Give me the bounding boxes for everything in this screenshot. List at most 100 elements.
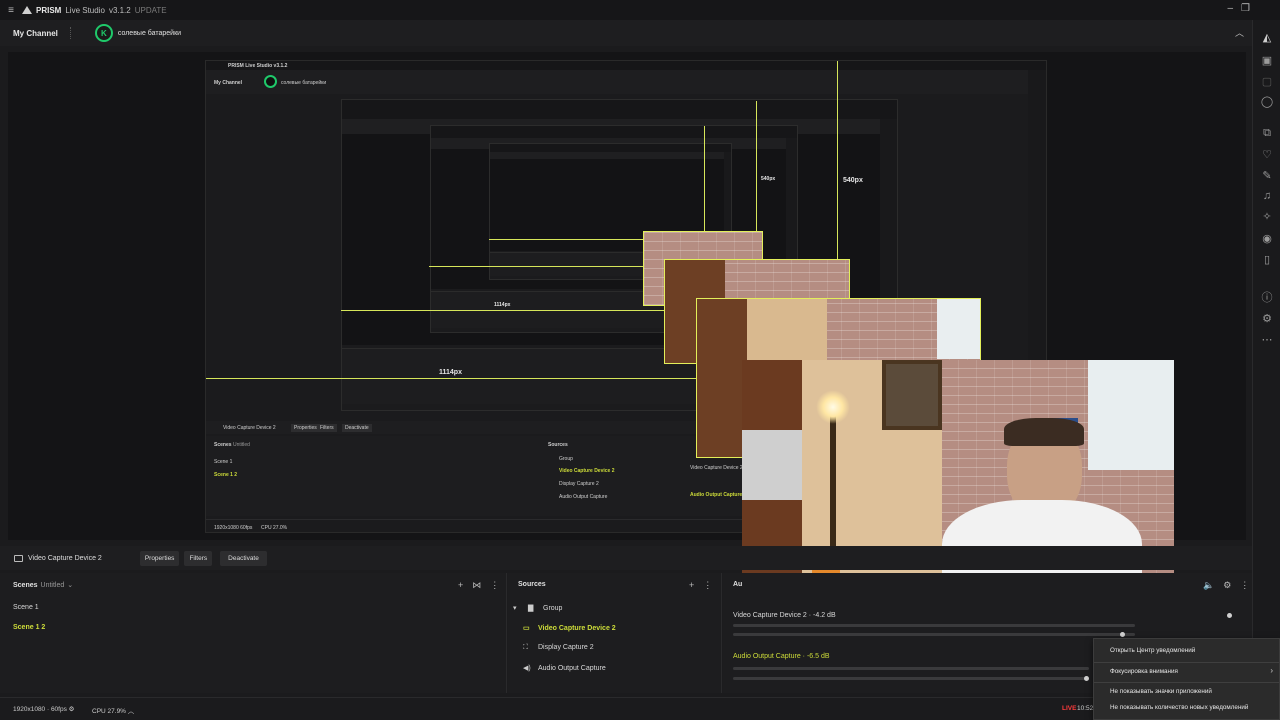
mixer-channel-label: Audio Output Capture · -6.5 dB	[733, 653, 830, 660]
scenes-title-text: Scenes	[13, 582, 38, 589]
inner-source-item: Display Capture 2	[559, 481, 599, 487]
status-bar: 1920x1080 · 60fps ⚙ CPU 27.9% ︿ LIVE 10:…	[0, 697, 1252, 720]
my-channel-label[interactable]: My Channel	[13, 29, 58, 38]
update-link[interactable]: UPDATE	[135, 6, 167, 15]
more-icon[interactable]: ⋯	[1260, 333, 1274, 347]
add-source-icon[interactable]: +	[689, 580, 694, 591]
trash-icon[interactable]: ▯	[1260, 253, 1274, 267]
speaker-icon[interactable]: 🔈	[1203, 580, 1214, 591]
restore-icon[interactable]: ❐	[1241, 3, 1250, 14]
title-bar: ≡ PRISM Live Studio v3.1.2 UPDATE – ❐	[0, 0, 1280, 20]
camera-icon: ▭	[523, 625, 530, 632]
chevron-up-icon[interactable]: ︿	[128, 708, 135, 715]
source-label: Audio Output Capture	[538, 665, 606, 672]
scene-item-selected[interactable]: Scene 1 2	[13, 624, 45, 631]
mixer-toggle[interactable]	[1227, 613, 1232, 618]
scenes-title: Scenes Untitled ⌄	[13, 581, 73, 589]
inner-scene-item: Scene 1	[214, 459, 233, 465]
menu-item-hide-app-icons[interactable]: Не показывать значки приложений	[1110, 688, 1212, 695]
scene-collection-dropdown[interactable]: Untitled	[41, 582, 65, 589]
hamburger-menu-icon[interactable]: ≡	[0, 5, 22, 16]
docks-area: Scenes Untitled ⌄ + ⋈ ⋮ Scene 1 Scene 1 2 …	[0, 573, 1252, 693]
scene-item[interactable]: Scene 1	[13, 604, 39, 611]
selected-source-name: Video Capture Device 2	[28, 554, 102, 562]
effects-icon[interactable]: ✧	[1260, 210, 1274, 224]
settings-gear-icon[interactable]: ⚙	[1260, 312, 1274, 326]
filters-button[interactable]: Filters	[184, 550, 213, 566]
camera-icon	[14, 554, 23, 562]
inner-title-bar: PRISM Live Studio v3.1.2	[206, 61, 1046, 70]
heart-icon[interactable]: ♡	[1260, 148, 1274, 162]
menu-item-open-notification-center[interactable]: Открыть Центр уведомлений	[1110, 647, 1195, 654]
properties-button[interactable]: Properties	[139, 550, 180, 566]
source-item[interactable]: ⛶ Display Capture 2	[523, 644, 594, 652]
more-icon[interactable]: ⋮	[1240, 580, 1249, 591]
chevron-right-icon: ›	[1270, 666, 1273, 675]
layout-icon[interactable]: ▣	[1260, 54, 1274, 68]
guide-line-vertical	[756, 101, 757, 241]
app-version: v3.1.2	[108, 5, 131, 15]
source-toolbar: Video Capture Device 2 Properties Filter…	[0, 546, 1252, 570]
guide-label: 1114px	[439, 369, 462, 376]
inner-filters-button: Filters	[317, 424, 337, 432]
chevron-down-icon[interactable]: ⌄	[67, 582, 73, 589]
mixer-volume-handle[interactable]	[1084, 676, 1089, 681]
resolution-text: 1920x1080 · 60fps	[13, 706, 67, 713]
scenes-actions: + ⋈ ⋮	[458, 580, 499, 591]
deactivate-button[interactable]: Deactivate	[220, 550, 267, 566]
more-icon[interactable]: ⋮	[703, 580, 712, 591]
source-item-selected[interactable]: ▭ Video Capture Device 2	[523, 624, 616, 632]
menu-divider	[1094, 662, 1279, 663]
mixer-volume-slider[interactable]	[733, 633, 1135, 636]
guide-label: 540px	[843, 177, 863, 184]
mixer-volume-handle[interactable]	[1120, 632, 1125, 637]
gear-icon[interactable]: ⚙	[1223, 580, 1231, 591]
prism-app-window: ≡ PRISM Live Studio v3.1.2 UPDATE – ❐ My…	[0, 0, 1280, 720]
prism-logo-icon[interactable]: ◭	[1260, 31, 1274, 45]
minimize-icon[interactable]: –	[1227, 3, 1233, 14]
inner-app-name: PRISM Live Studio v3.1.2	[228, 63, 288, 69]
prism-logo-icon	[22, 6, 32, 14]
more-icon[interactable]: ⋮	[490, 580, 499, 591]
source-item[interactable]: ◀) Audio Output Capture	[523, 664, 606, 672]
add-scene-icon[interactable]: +	[458, 580, 463, 591]
inner-channel-bar: My Channel солевые батарейки	[206, 70, 1028, 94]
inner-source-item: Audio Output Capture	[559, 494, 608, 500]
source-label: Display Capture 2	[538, 644, 594, 651]
channel-bar: My Channel K солевые батарейки ︿	[0, 20, 1252, 46]
channel-name[interactable]: солевые батарейки	[118, 30, 181, 37]
speaker-icon: ◀)	[523, 665, 531, 672]
menu-item-focus-assist[interactable]: Фокусировка внимания	[1110, 668, 1178, 675]
source-item[interactable]: ▾ ▇ Group	[513, 604, 562, 612]
cpu-usage: CPU 27.9% ︿	[92, 705, 134, 715]
copy-icon[interactable]: ⧉	[1260, 126, 1274, 140]
menu-item-hide-notification-count[interactable]: Не показывать количество новых уведомлен…	[1110, 704, 1248, 711]
stream-resolution: 1920x1080 · 60fps ⚙	[13, 705, 75, 713]
camera-icon[interactable]: ◉	[1260, 232, 1274, 246]
inner-source-name: Video Capture Device 2	[223, 425, 276, 431]
music-icon[interactable]: ♫	[1260, 189, 1274, 203]
transition-icon[interactable]: ⋈	[472, 580, 481, 591]
mixer-channel-name: Audio Output Capture	[733, 653, 801, 660]
live-time: 10:52	[1077, 705, 1094, 712]
guide-label: 540px	[761, 176, 776, 182]
channel-avatar[interactable]: K	[94, 24, 113, 42]
chevron-up-icon[interactable]: ︿	[1235, 26, 1244, 39]
inner-source-item: Group	[559, 456, 573, 462]
expand-arrow-icon[interactable]: ▾	[513, 604, 523, 612]
inner-sources-title: Sources	[548, 442, 568, 448]
sticker-icon[interactable]: ✎	[1260, 169, 1274, 183]
mixer-volume-slider[interactable]	[733, 677, 1089, 680]
cpu-text: CPU 27.9%	[92, 708, 126, 715]
wall-picture	[882, 360, 942, 430]
chat-icon[interactable]: ◯	[1260, 95, 1274, 109]
guide-line-horizontal	[206, 378, 696, 379]
info-icon[interactable]: ⓘ	[1260, 291, 1274, 305]
inner-avatar	[264, 75, 277, 88]
inner-source-item: Video Capture Device 2	[559, 468, 615, 474]
inner-properties-button: Properties	[291, 424, 320, 432]
chat-disabled-icon[interactable]: ▢	[1260, 75, 1274, 89]
settings-gear-icon[interactable]: ⚙	[69, 706, 75, 713]
inner-mixer-channel: Audio Output Capture	[690, 492, 743, 498]
inner-scene-item: Scene 1 2	[214, 472, 238, 478]
